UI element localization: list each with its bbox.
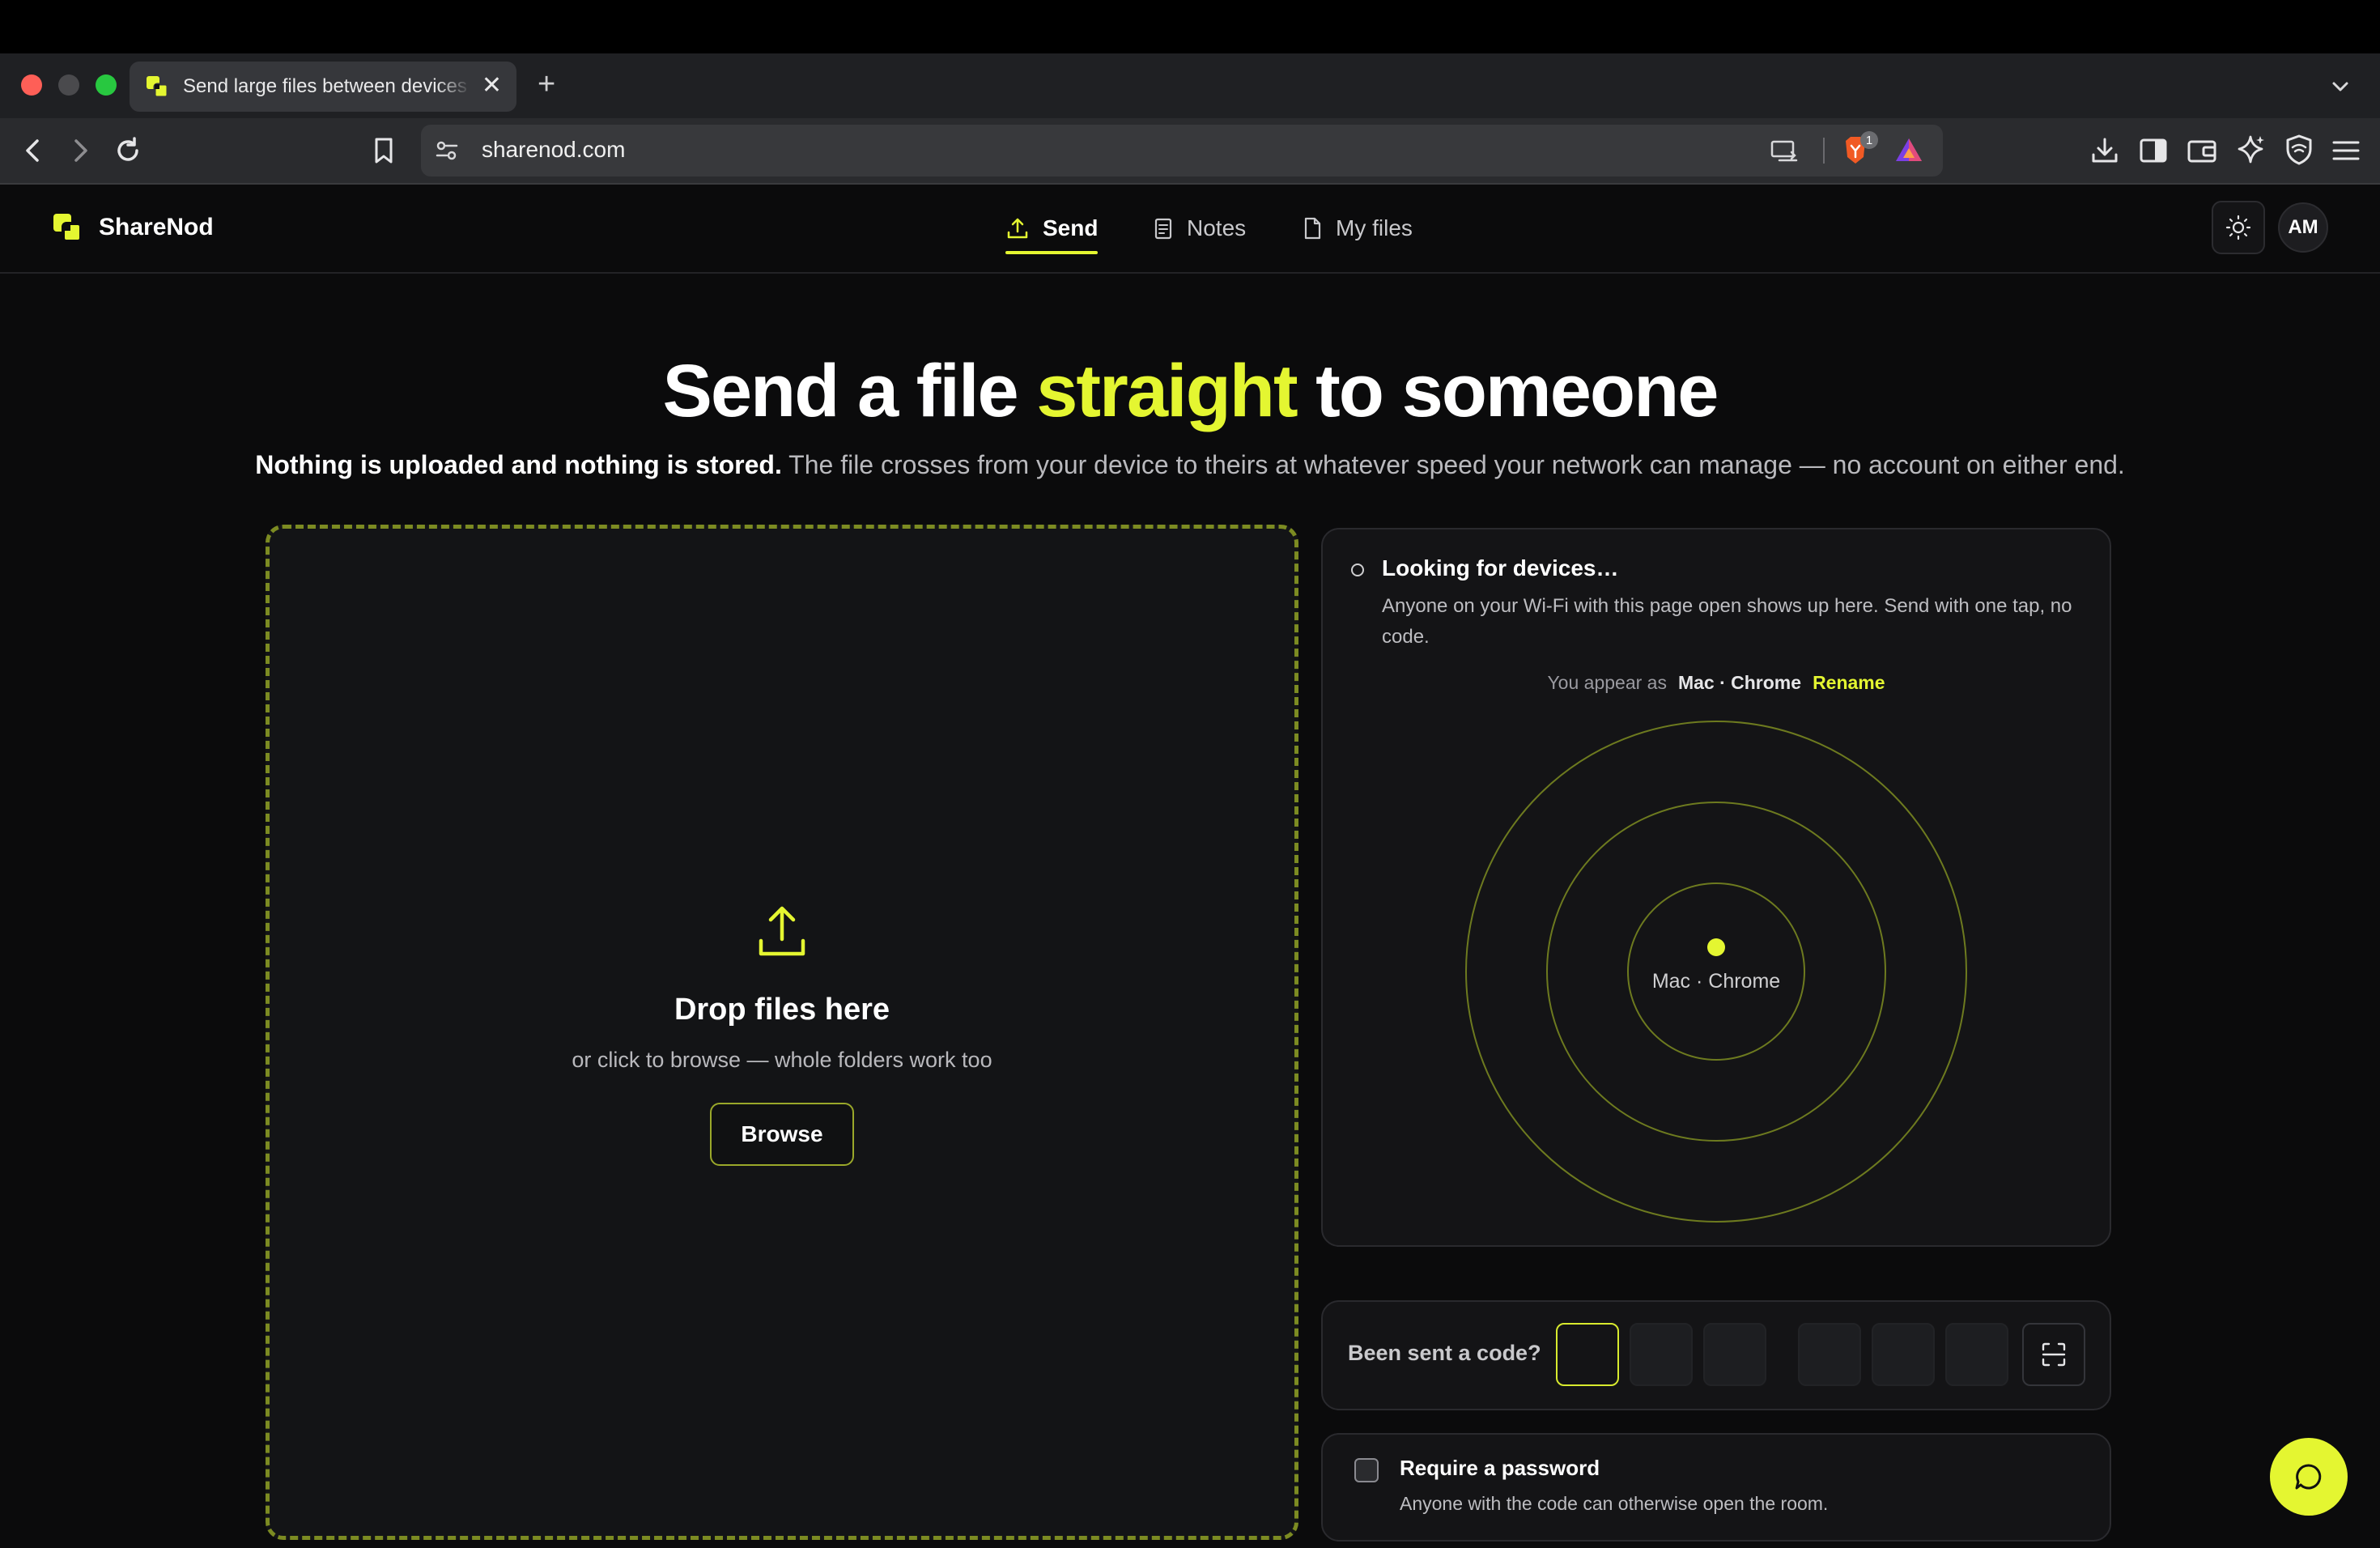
subtitle-bold: Nothing is uploaded and nothing is store…	[255, 450, 782, 479]
tab-title: Send large files between devices	[183, 75, 467, 97]
brand-home-link[interactable]: ShareNod	[52, 212, 214, 243]
nav-my-files-tab[interactable]: My files	[1302, 212, 1413, 245]
back-arrow-icon[interactable]	[19, 134, 47, 167]
scan-qr-button[interactable]	[2022, 1323, 2085, 1386]
device-identity: You appear as Mac · Chrome Rename	[1321, 672, 2111, 694]
file-drop-zone[interactable]	[266, 525, 1298, 1540]
browser-tab[interactable]: Send large files between devices ✕	[130, 62, 516, 112]
tab-list-chevron-down-icon[interactable]	[2328, 74, 2352, 99]
page-title: Send a file straight to someone	[0, 347, 2380, 436]
page-subtitle: Nothing is uploaded and nothing is store…	[0, 447, 2380, 483]
site-settings-icon[interactable]	[434, 138, 460, 164]
address-bar-divider	[1823, 138, 1825, 164]
file-icon	[1304, 217, 1321, 240]
tab-close-icon[interactable]: ✕	[482, 73, 502, 99]
shields-count-badge: 1	[1860, 131, 1878, 149]
password-option-description: Anyone with the code can otherwise open …	[1400, 1493, 1829, 1514]
reload-icon[interactable]	[112, 134, 144, 167]
user-avatar[interactable]: AM	[2278, 202, 2328, 253]
title-part: to someone	[1296, 350, 1719, 432]
vpn-shield-icon[interactable]	[2283, 133, 2315, 167]
maximize-window-button[interactable]	[96, 74, 117, 96]
code-digit-input[interactable]	[1630, 1323, 1693, 1386]
code-digit-input[interactable]	[1556, 1323, 1619, 1386]
title-part: Send a file	[662, 350, 1037, 432]
scan-icon	[2042, 1342, 2066, 1367]
code-digit-input[interactable]	[1872, 1323, 1935, 1386]
notes-icon	[1154, 218, 1172, 240]
nav-notes-tab[interactable]: Notes	[1153, 212, 1246, 245]
code-label: Been sent a code?	[1348, 1341, 1541, 1365]
cast-device-icon[interactable]	[1770, 136, 1799, 165]
bookmark-icon[interactable]	[369, 134, 398, 167]
active-tab-indicator	[1005, 251, 1098, 254]
leo-ai-sparkle-icon[interactable]	[2234, 133, 2267, 167]
drop-zone-title: Drop files here	[674, 993, 890, 1027]
subtitle-rest: The file crosses from your device to the…	[781, 450, 2125, 479]
brand-name: ShareNod	[99, 214, 214, 240]
nav-send-tab[interactable]: Send	[1005, 212, 1098, 245]
sharenod-logo-icon	[52, 212, 83, 243]
drop-zone-hint: or click to browse — whole folders work …	[572, 1048, 992, 1072]
close-window-button[interactable]	[21, 74, 42, 96]
minimize-window-button[interactable]	[58, 74, 79, 96]
brave-rewards-icon[interactable]	[1893, 134, 1925, 165]
chat-support-button[interactable]	[2270, 1438, 2348, 1516]
browser-window: Send large files between devices ✕ + sha…	[0, 0, 2380, 1548]
forward-arrow-icon[interactable]	[66, 134, 94, 167]
address-bar[interactable]	[421, 125, 1943, 176]
appear-as-label: You appear as	[1547, 672, 1667, 693]
downloads-icon[interactable]	[2089, 134, 2121, 167]
title-highlight: straight	[1036, 350, 1298, 432]
new-tab-button[interactable]: +	[538, 68, 555, 100]
password-option-title: Require a password	[1400, 1456, 1600, 1480]
device-name: Mac · Chrome	[1677, 672, 1802, 693]
code-digit-input[interactable]	[1798, 1323, 1861, 1386]
self-device-label: Mac · Chrome	[1651, 970, 1781, 993]
theme-toggle-button[interactable]	[2212, 201, 2265, 254]
sun-icon	[2225, 215, 2251, 240]
nav-my-files-label: My files	[1336, 215, 1413, 240]
code-digit-input[interactable]	[1945, 1323, 2008, 1386]
nav-notes-label: Notes	[1187, 215, 1247, 240]
rename-link[interactable]: Rename	[1813, 672, 1885, 693]
sidebar-toggle-icon[interactable]	[2137, 134, 2170, 167]
require-password-checkbox[interactable]	[1354, 1458, 1379, 1482]
browse-button[interactable]: Browse	[710, 1103, 854, 1166]
devices-status-title: Looking for devices…	[1382, 555, 1619, 580]
code-digit-input[interactable]	[1703, 1323, 1766, 1386]
upload-icon	[1007, 218, 1028, 239]
menu-bar-area	[0, 0, 2380, 53]
chat-bubble-icon	[2295, 1464, 2322, 1490]
wallet-icon[interactable]	[2186, 134, 2218, 167]
password-option-box	[1321, 1433, 2111, 1542]
url-text[interactable]: sharenod.com	[482, 135, 625, 164]
upload-icon	[759, 906, 805, 956]
hamburger-menu-icon[interactable]	[2330, 134, 2362, 167]
nav-send-label: Send	[1043, 215, 1099, 240]
sharenod-favicon-icon	[146, 75, 169, 99]
devices-description: Anyone on your Wi-Fi with this page open…	[1382, 595, 2072, 648]
searching-status-icon	[1351, 563, 1364, 576]
